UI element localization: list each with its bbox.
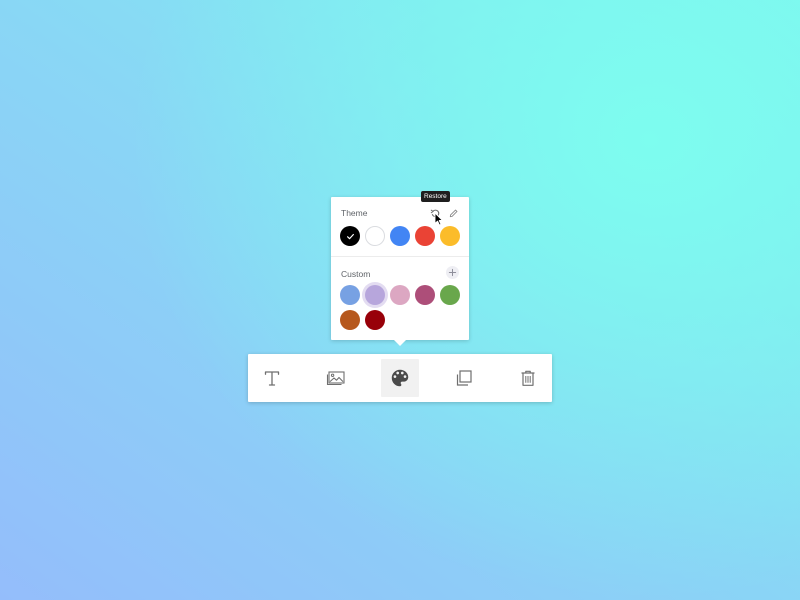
color-palette-popover: Theme Custom [331,197,469,340]
theme-color-swatch[interactable] [415,226,435,246]
custom-color-swatch[interactable] [365,310,385,330]
custom-color-swatch[interactable] [415,285,435,305]
theme-color-swatch[interactable] [390,226,410,246]
custom-color-swatch[interactable] [390,285,410,305]
add-icon[interactable] [446,266,459,279]
restore-tooltip: Restore [421,191,450,202]
palette-icon [391,369,409,387]
custom-section-title: Custom [341,269,371,279]
copy-icon [456,370,472,386]
duplicate-tool-button[interactable] [445,359,483,397]
section-divider [331,256,469,257]
palette-tool-button[interactable] [381,359,419,397]
bottom-toolbar [248,354,552,402]
custom-color-swatch[interactable] [365,285,385,305]
text-tool-button[interactable] [253,359,291,397]
theme-color-swatch[interactable] [365,226,385,246]
edit-icon[interactable] [447,207,459,219]
check-icon [346,233,354,239]
theme-color-swatch[interactable] [440,226,460,246]
image-icon [326,371,345,386]
theme-color-swatch[interactable] [340,226,360,246]
trash-icon [521,370,535,386]
text-icon [264,371,280,386]
delete-tool-button[interactable] [509,359,547,397]
popover-caret [394,340,406,346]
custom-color-swatch[interactable] [340,310,360,330]
custom-color-swatch[interactable] [440,285,460,305]
image-tool-button[interactable] [317,359,355,397]
mouse-cursor-icon [434,212,444,226]
custom-color-swatch[interactable] [340,285,360,305]
theme-section-title: Theme [341,208,368,218]
